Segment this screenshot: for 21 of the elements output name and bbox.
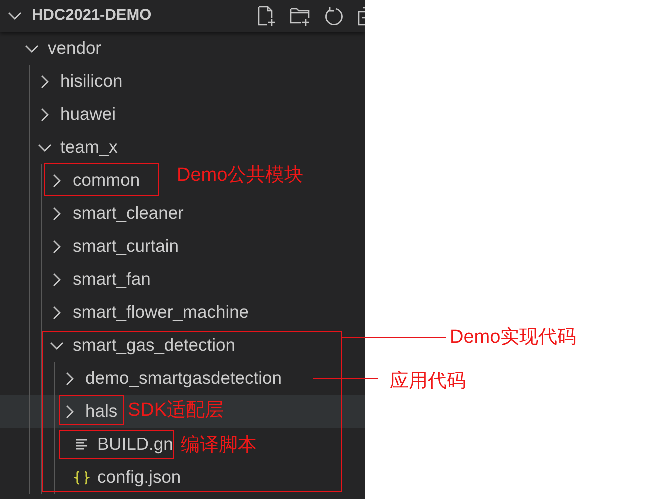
annotation-label: Demo公共模块 — [177, 164, 304, 188]
annotation-label: 编译脚本 — [181, 434, 257, 458]
annotation-label: 应用代码 — [390, 370, 466, 394]
tree-item[interactable]: smart_curtain — [0, 230, 365, 263]
tree-item[interactable]: team_x — [0, 131, 365, 164]
tree-item[interactable]: smart_gas_detection — [0, 329, 365, 362]
leader-line — [313, 378, 378, 379]
tree-item[interactable]: huawei — [0, 98, 365, 131]
annotation-label: SDK适配层 — [128, 399, 224, 423]
explorer-title: HDC2021-DEMO — [32, 7, 153, 25]
braces-icon — [74, 470, 90, 486]
refresh-icon[interactable] — [323, 5, 345, 27]
tree-item[interactable]: demo_smartgasdetection — [0, 362, 365, 395]
tree-item[interactable]: vendor — [0, 32, 365, 65]
tree-item[interactable]: smart_flower_machine — [0, 296, 365, 329]
annotation-label: Demo实现代码 — [450, 326, 577, 350]
tree-item[interactable]: config.json — [0, 461, 365, 494]
tree-item[interactable]: smart_fan — [0, 263, 365, 296]
text-lines-icon — [74, 436, 90, 452]
tree-item[interactable]: smart_cleaner — [0, 197, 365, 230]
tree-item[interactable]: hisilicon — [0, 65, 365, 98]
